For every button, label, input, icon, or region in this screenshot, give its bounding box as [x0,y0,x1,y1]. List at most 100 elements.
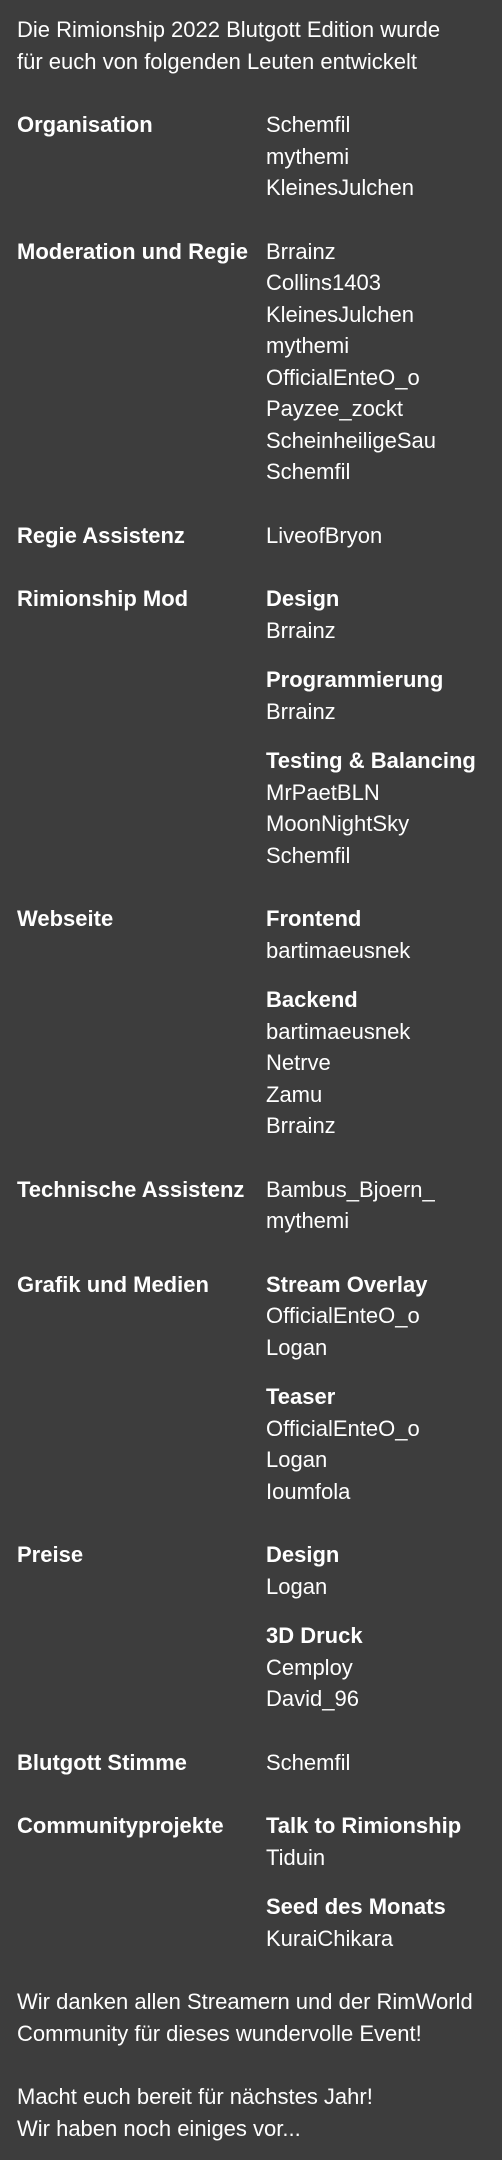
contributor-name: Payzee_zockt [266,396,403,421]
credit-group: Frontend bartimaeusnek [266,903,485,966]
credit-section: Technische Assistenz Bambus_Bjoern_mythem… [17,1174,485,1237]
contributor-name: mythemi [266,1208,350,1233]
contributor-name: Tiduin [266,1844,326,1870]
contributor-name: MrPaetBLN [266,779,380,805]
credit-group: Testing & Balancing MrPaetBLN MoonNightSky… [266,745,485,871]
credit-section: Grafik und Medien Stream Overlay OfficialE… [17,1269,485,1508]
contributor-name: Schemfil [266,459,351,484]
group-title: Backend [266,987,358,1012]
credit-section: Organisation Schemfil mythemi KleinesJulche… [17,109,485,204]
credit-section: Moderation und Regie Brrainz Collins1403 Kl… [17,236,485,488]
contributor-name: Brrainz [266,617,336,643]
contributor-name: Schemfil [266,112,351,137]
contributor-name: Zamu [266,1081,323,1107]
contributor-name: bartimaeusnek [266,1018,411,1044]
credit-group: 3D Druck Cemploy David_96 [266,1620,485,1715]
contributor-name: Brrainz [266,238,336,264]
section-label: Regie Assistenz [17,522,185,548]
thanks-line: Community für dieses wundervolle Event! [17,2020,422,2046]
credit-group: Talk to Rimionship Tiduin [266,1810,485,1873]
contributor-name: Logan [266,1573,328,1599]
intro-text: Die Rimionship 2022 Blutgott Edition wur… [17,14,485,77]
credit-group: Schemfil mythemi KleinesJulchen [266,109,485,204]
group-title: Design [266,586,340,611]
contributor-name: Logan [266,1447,328,1472]
credit-group: Programmierung Brrainz [266,664,485,727]
contributor-name: KleinesJulchen [266,301,414,327]
credit-group: Brrainz Collins1403 KleinesJulchen mythemi O… [266,236,485,488]
section-content: Design Logan 3D Druck Cemploy David_96 [266,1539,485,1715]
section-label: Rimionship Mod [17,586,189,611]
section-label: Grafik und Medien [17,1271,209,1297]
credit-group: Design Brrainz [266,583,485,646]
section-label: Preise [17,1542,84,1567]
contributor-name: Logan [266,1334,328,1360]
contributor-name: Schemfil [266,1749,351,1775]
contributor-name: OfficialEnteO_o [266,1415,420,1441]
contributor-name: OfficialEnteO_o [266,364,420,390]
credit-group: Seed des Monats KuraiChikara [266,1891,485,1954]
group-title: Stream Overlay [266,1271,428,1297]
closing-line: Macht euch bereit für nächstes Jahr! [17,2084,373,2109]
section-content: Schemfil [266,1747,485,1779]
group-title: Seed des Monats [266,1894,446,1919]
section-content: Talk to Rimionship Tiduin Seed des Monats K… [266,1810,485,1954]
credit-group: Schemfil [266,1747,485,1779]
contributor-name: MoonNightSky [266,811,410,836]
contributor-name: mythemi [266,143,350,169]
contributor-name: ScheinheiligeSau [266,427,437,453]
credit-section: Blutgott Stimme Schemfil [17,1747,485,1779]
group-title: Frontend [266,906,362,931]
contributor-name: OfficialEnteO_o [266,1303,420,1328]
credit-group: Backend bartimaeusnek Netrve Zamu Brrainz [266,984,485,1142]
contributor-name: David_96 [266,1686,359,1711]
closing-text: Macht euch bereit für nächstes Jahr! Wir… [17,2081,485,2144]
section-content: Brrainz Collins1403 KleinesJulchen mythemi O… [266,236,485,488]
credit-section: Preise Design Logan 3D Druck Cemploy David_96 [17,1539,485,1715]
contributor-name: Brrainz [266,698,336,724]
section-label: Webseite [17,906,114,931]
intro-line: für euch von folgenden Leuten entwickelt [17,48,417,74]
contributor-name: KleinesJulchen [266,175,414,200]
credit-group: Bambus_Bjoern_mythemi [266,1174,485,1237]
group-title: Design [266,1542,340,1567]
section-content: Stream Overlay OfficialEnteO_o Logan Teaser… [266,1269,485,1508]
contributor-name: Collins1403 [266,270,381,295]
contributor-name: Schemfil [266,842,351,868]
section-content: LiveofBryon [266,520,485,552]
group-title: Teaser [266,1384,336,1409]
contributor-name: Cemploy [266,1654,353,1680]
thanks-line: Wir danken allen Streamern und der RimWo… [17,1989,473,2014]
credit-section: Regie Assistenz LiveofBryon [17,520,485,552]
credits-list: Organisation Schemfil mythemi KleinesJulche… [17,109,485,1954]
group-title: Talk to Rimionship [266,1813,462,1838]
section-label: Organisation [17,112,153,137]
group-title: Testing & Balancing [266,748,476,773]
credit-group: Design Logan [266,1539,485,1602]
section-label: Technische Assistenz [17,1176,245,1202]
closing-line: Wir haben noch einiges vor... [17,2115,301,2141]
intro-line: Die Rimionship 2022 Blutgott Edition wur… [17,17,441,42]
section-content: Design Brrainz Programmierung Brrainz Testin… [266,583,485,871]
contributor-name: bartimaeusnek [266,937,411,963]
credit-group: Teaser OfficialEnteO_o Logan Ioumfola [266,1381,485,1507]
credit-section: Communityprojekte Talk to Rimionship Tidui… [17,1810,485,1954]
credit-section: Webseite Frontend bartimaeusnek Backend bart… [17,903,485,1142]
group-title: 3D Druck [266,1623,363,1648]
contributor-name: Bambus_Bjoern_ [266,1176,435,1202]
contributor-name: LiveofBryon [266,522,383,548]
credit-group: LiveofBryon [266,520,485,552]
group-title: Programmierung [266,667,444,692]
section-label: Communityprojekte [17,1813,224,1838]
contributor-name: Netrve [266,1050,331,1075]
section-label: Moderation und Regie [17,238,248,264]
section-content: Bambus_Bjoern_mythemi [266,1174,485,1237]
credit-section: Rimionship Mod Design Brrainz Programmierun… [17,583,485,871]
section-label: Blutgott Stimme [17,1749,187,1775]
contributor-name: Ioumfola [266,1478,351,1504]
credits-page: Die Rimionship 2022 Blutgott Edition wur… [0,0,502,2144]
contributor-name: KuraiChikara [266,1925,394,1951]
credit-group: Stream Overlay OfficialEnteO_o Logan [266,1269,485,1364]
contributor-name: mythemi [266,333,350,358]
thanks-text: Wir danken allen Streamern und der RimWo… [17,1986,485,2049]
